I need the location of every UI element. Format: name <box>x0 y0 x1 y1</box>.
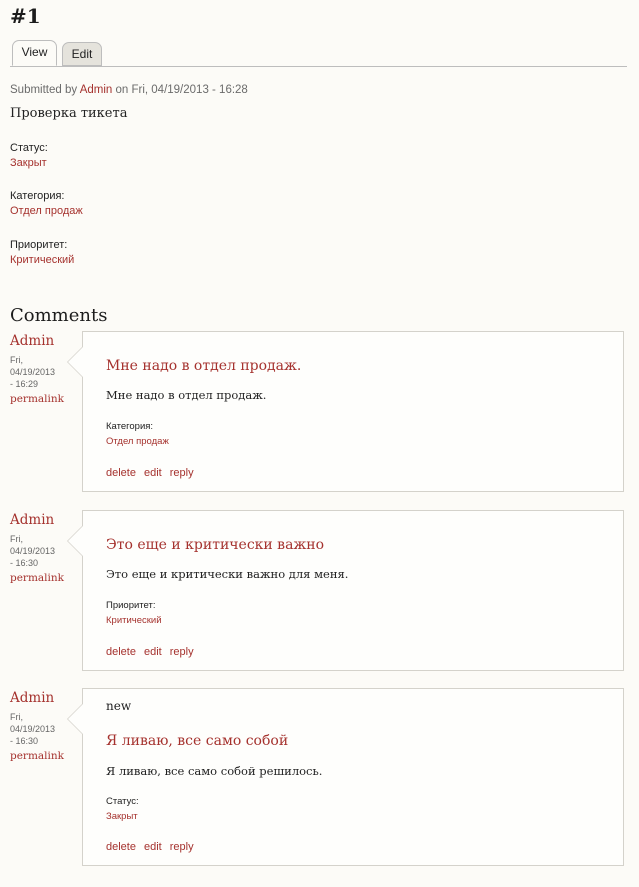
field-status-value[interactable]: Закрыт <box>10 157 48 169</box>
submitted-prefix: Submitted by <box>10 84 80 96</box>
comment-date-time: - 16:30 <box>10 558 39 568</box>
comment-date-day: Fri, <box>10 712 23 722</box>
comment-field-label: Приоритет: <box>106 600 156 611</box>
comment-subject-link[interactable]: Мне надо в отдел продаж. <box>106 358 301 374</box>
comment-author[interactable]: Admin <box>10 512 54 528</box>
comment-box: Мне надо в отдел продаж. Мне надо в отде… <box>67 331 624 492</box>
field-category-value[interactable]: Отдел продаж <box>10 205 83 217</box>
comment-delete-link[interactable]: delete <box>106 646 136 658</box>
field-status-label: Статус: <box>10 142 48 154</box>
comment-date-time: - 16:29 <box>10 379 39 389</box>
field-category-label: Категория: <box>10 190 65 202</box>
comment-new-marker: new <box>106 699 132 713</box>
comment-links: delete edit reply <box>106 467 202 479</box>
comment-text: Я ливаю, все само собой решилось. <box>106 764 323 778</box>
comment-date-day: Fri, <box>10 355 23 365</box>
comment-author[interactable]: Admin <box>10 333 54 349</box>
field-priority-label: Приоритет: <box>10 239 68 251</box>
comments-title: Comments <box>10 305 108 326</box>
comment-arrow-fill <box>68 347 83 377</box>
comment-text: Это еще и критически важно для меня. <box>106 567 349 581</box>
comment-delete-link[interactable]: delete <box>106 841 136 853</box>
comment-author[interactable]: Admin <box>10 690 54 706</box>
field-priority-value[interactable]: Критический <box>10 254 74 266</box>
comment-date: Fri, 04/19/2013 - 16:29 <box>10 354 65 390</box>
comment-arrow-fill <box>68 526 83 556</box>
submitted-suffix: on Fri, 04/19/2013 - 16:28 <box>112 84 248 96</box>
comment-permalink[interactable]: permalink <box>10 393 64 405</box>
submitted-info: Submitted by Admin on Fri, 04/19/2013 - … <box>10 84 248 96</box>
comment-permalink[interactable]: permalink <box>10 750 64 762</box>
comment-date-day: Fri, <box>10 534 23 544</box>
comment-box: Это еще и критически важно Это еще и кри… <box>67 510 624 671</box>
comment-text: Мне надо в отдел продаж. <box>106 388 267 402</box>
comment-field-label: Статус: <box>106 796 139 807</box>
comment-date-date: 04/19/2013 <box>10 546 56 556</box>
tab-bar: View Edit <box>10 40 627 67</box>
comment-links: delete edit reply <box>106 646 202 658</box>
comment-subject-link[interactable]: Я ливаю, все само собой <box>106 733 288 749</box>
comment-subject-link[interactable]: Это еще и критически важно <box>106 537 324 553</box>
comment-field-value[interactable]: Отдел продаж <box>106 436 169 447</box>
comment-delete-link[interactable]: delete <box>106 467 136 479</box>
field-status: Статус: Закрыт <box>10 142 48 169</box>
comment-date: Fri, 04/19/2013 - 16:30 <box>10 711 65 747</box>
tab-view[interactable]: View <box>12 40 57 66</box>
field-category: Категория: Отдел продаж <box>10 190 83 217</box>
comment-permalink[interactable]: permalink <box>10 572 64 584</box>
comment-field-value[interactable]: Критический <box>106 615 162 626</box>
comment-date-date: 04/19/2013 <box>10 724 56 734</box>
comment-reply-link[interactable]: reply <box>170 467 194 479</box>
comment-edit-link[interactable]: edit <box>144 841 162 853</box>
comment-field-value[interactable]: Закрыт <box>106 811 138 822</box>
comment-box: new Я ливаю, все само собой Я ливаю, все… <box>67 688 624 866</box>
comment-edit-link[interactable]: edit <box>144 467 162 479</box>
comment-links: delete edit reply <box>106 841 202 853</box>
comment-date-time: - 16:30 <box>10 736 39 746</box>
comment-arrow-fill <box>68 704 83 734</box>
comment-field-label: Категория: <box>106 421 154 432</box>
field-priority: Приоритет: Критический <box>10 239 74 266</box>
node-body: Проверка тикета <box>10 106 128 121</box>
comment-reply-link[interactable]: reply <box>170 841 194 853</box>
comment-edit-link[interactable]: edit <box>144 646 162 658</box>
submitted-author-link[interactable]: Admin <box>80 84 113 96</box>
page-title: #1 <box>10 4 41 28</box>
comment-date: Fri, 04/19/2013 - 16:30 <box>10 533 65 569</box>
comment-date-date: 04/19/2013 <box>10 367 56 377</box>
comment-reply-link[interactable]: reply <box>170 646 194 658</box>
tab-edit[interactable]: Edit <box>62 42 102 66</box>
